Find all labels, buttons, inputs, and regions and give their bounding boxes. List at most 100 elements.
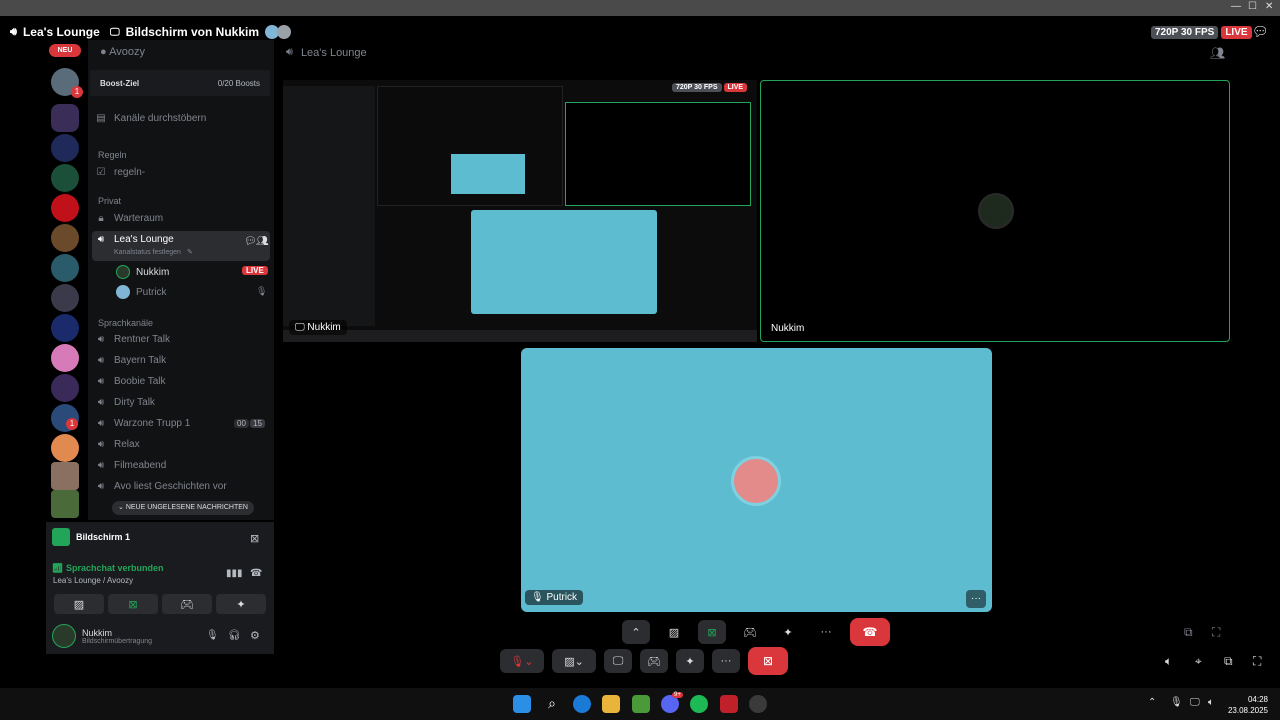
soundboard-button[interactable]: ✦ xyxy=(216,594,266,614)
voice-location[interactable]: Lea's Lounge / Avoozy xyxy=(53,576,133,585)
stop-share-icon[interactable]: ⊠ xyxy=(250,532,259,545)
soundboard-button[interactable]: ✦ xyxy=(774,620,802,644)
stop-stream-button[interactable]: ⊠ xyxy=(748,647,788,675)
news-app-icon[interactable] xyxy=(720,695,738,713)
soundboard-main-button[interactable]: ✦ xyxy=(676,649,704,673)
user-area[interactable]: Nukkim Bildschirmübertragung xyxy=(52,624,152,648)
header-stream-source[interactable]: 🖵 Bildschirm von Nukkim xyxy=(110,25,292,39)
activity-main-button[interactable]: 🎮︎ xyxy=(640,649,668,673)
nukkim-tile-avatar xyxy=(978,193,1014,229)
category-rules[interactable]: Regeln xyxy=(98,150,127,160)
stream-tile-putrick[interactable]: 🎙︎ Putrick ··· xyxy=(521,348,992,612)
server-icon-7[interactable] xyxy=(51,254,79,282)
volume-icon[interactable]: 🔈︎ xyxy=(1165,654,1172,669)
toggle-video-button[interactable]: ▨⌄ xyxy=(552,649,596,673)
voice-channel-2[interactable]: 🔊︎ Bayern Talk xyxy=(94,355,166,366)
channel-rules[interactable]: ☑ regeln- xyxy=(94,167,146,178)
stream-tile-nukkim-screen[interactable]: 720P 30 FPS LIVE 🖵 Nukkim xyxy=(283,80,757,342)
voice-channel-5[interactable]: 🔊︎ Warzone Trupp 1 xyxy=(94,418,191,429)
voice-icon: 🔊︎ xyxy=(97,418,105,429)
voice-channel-label: Bayern Talk xyxy=(114,355,167,366)
activity-button[interactable]: 🎮︎ xyxy=(736,620,764,644)
more-main-button[interactable]: ··· xyxy=(712,649,740,673)
server-icon-10[interactable] xyxy=(51,344,79,372)
screen-share-main-button[interactable]: 🖵 xyxy=(604,649,632,673)
category-voice[interactable]: Sprachkanäle xyxy=(98,318,153,328)
voice-channel-3[interactable]: 🔊︎ Boobie Talk xyxy=(94,376,166,387)
app-icon-2[interactable] xyxy=(749,695,767,713)
popout-window-icon[interactable]: ⧉ xyxy=(1224,654,1233,669)
voice-channel-1[interactable]: 🔊︎ Rentner Talk xyxy=(94,334,170,345)
tray-chevron-icon[interactable]: ⌃ xyxy=(1148,697,1156,708)
server-icon-13[interactable] xyxy=(51,434,79,462)
server-icon-2[interactable] xyxy=(51,104,79,132)
header-channel[interactable]: 🔊︎ Lea's Lounge xyxy=(10,25,100,39)
screen-share-button[interactable]: ⊠ xyxy=(108,594,158,614)
disconnect-icon[interactable]: ☎︎ xyxy=(250,568,262,579)
soundboard-icon[interactable]: ▮▮▮ xyxy=(226,568,243,579)
nested-taskbar xyxy=(283,330,757,342)
server-icon-14[interactable] xyxy=(51,462,79,490)
server-icon-3[interactable] xyxy=(51,134,79,162)
file-explorer-icon[interactable] xyxy=(602,695,620,713)
tray-mic-icon[interactable]: 🎙︎ xyxy=(1170,697,1183,708)
channel-waiting-room[interactable]: 🔒︎ Warteraum xyxy=(94,213,163,224)
headphones-icon[interactable]: 🎧︎ xyxy=(228,630,241,641)
settings-gear-icon[interactable]: ⚙ xyxy=(250,629,260,642)
leave-call-button[interactable]: ☎︎ xyxy=(850,618,890,646)
active-channel-name-row[interactable]: 🔊︎ Lea's Lounge xyxy=(94,234,174,245)
popout-icon[interactable]: ⧉ xyxy=(1184,625,1193,640)
chat-bubble-icon[interactable]: 💬︎ xyxy=(1252,24,1269,40)
category-private[interactable]: Privat xyxy=(98,196,121,206)
channel-list: ● Avoozy Boost-Ziel 0/20 Boosts ▤ Kanäle… xyxy=(88,40,274,520)
more-options-button[interactable]: ··· xyxy=(812,620,840,644)
participants-icon[interactable]: 👥︎ xyxy=(1210,46,1225,60)
share-screen-button[interactable]: ⊠ xyxy=(698,620,726,644)
close-window-button[interactable]: ✕ xyxy=(1265,1,1273,12)
tray-volume-icon[interactable]: 🔈︎ xyxy=(1208,697,1214,708)
edge-icon[interactable] xyxy=(573,695,591,713)
browse-channels[interactable]: ▤ Kanäle durchstöbern xyxy=(94,113,206,124)
pin-icon[interactable]: ⌖ xyxy=(1195,654,1202,669)
add-member-icon[interactable]: 👥︎ xyxy=(256,236,269,247)
server-icon-11[interactable] xyxy=(51,374,79,402)
start-button-icon[interactable] xyxy=(513,695,531,713)
tray-network-icon[interactable]: 🖵 xyxy=(1190,697,1200,708)
maximize-button[interactable]: ☐ xyxy=(1248,1,1257,12)
voice-channel-4[interactable]: 🔊︎ Dirty Talk xyxy=(94,397,155,408)
fullscreen-main-icon[interactable]: ⛶ xyxy=(1253,654,1261,669)
member-putrick[interactable]: Putrick xyxy=(116,285,167,299)
tile-more-button[interactable]: ··· xyxy=(966,590,986,608)
server-icon-4[interactable] xyxy=(51,164,79,192)
mute-mic-button[interactable]: 🎙︎⌄ xyxy=(500,649,544,673)
spotify-icon[interactable] xyxy=(690,695,708,713)
member-nukkim[interactable]: Nukkim xyxy=(116,265,169,279)
activity-button[interactable]: 🎮︎ xyxy=(162,594,212,614)
server-icon-15[interactable] xyxy=(51,490,79,518)
minimize-button[interactable]: — xyxy=(1231,1,1241,12)
unread-messages-pill[interactable]: ⌄ NEUE UNGELESENE NACHRICHTEN xyxy=(112,501,254,515)
screen-share-row[interactable]: Bildschirm 1 xyxy=(52,528,130,546)
boost-goal[interactable]: Boost-Ziel 0/20 Boosts xyxy=(90,70,270,96)
chat-icon[interactable]: 💬︎ xyxy=(244,236,257,247)
mic-icon[interactable]: 🎙︎ xyxy=(206,630,219,641)
active-channel-status[interactable]: Kanalstatus festlegen ✎ xyxy=(114,248,193,257)
search-icon[interactable]: ⌕ xyxy=(543,695,561,713)
server-icon-8[interactable] xyxy=(51,284,79,312)
camera-button[interactable]: ▨ xyxy=(660,620,688,644)
voice-channel-label: Warzone Trupp 1 xyxy=(114,418,191,429)
expand-participants-button[interactable]: ⌃ xyxy=(622,620,650,644)
server-icon-9[interactable] xyxy=(51,314,79,342)
voice-channel-7[interactable]: 🔊︎ Filmeabend xyxy=(94,460,166,471)
app-icon[interactable] xyxy=(632,695,650,713)
server-name-row[interactable]: ● Avoozy xyxy=(100,46,145,58)
toggle-camera-button[interactable]: ▨ xyxy=(54,594,104,614)
voice-channel-8[interactable]: 🔊︎ Avo liest Geschichten vor xyxy=(94,481,227,492)
voice-connected[interactable]: 📶︎ Sprachchat verbunden xyxy=(52,563,163,574)
server-icon-6[interactable] xyxy=(51,224,79,252)
voice-channel-6[interactable]: 🔊︎ Relax xyxy=(94,439,140,450)
server-icon-5[interactable] xyxy=(51,194,79,222)
fullscreen-icon[interactable]: ⛶ xyxy=(1212,625,1220,640)
stream-tile-nukkim[interactable]: Nukkim xyxy=(760,80,1230,342)
system-clock[interactable]: 04:28 23.08.2025 xyxy=(1228,694,1268,716)
